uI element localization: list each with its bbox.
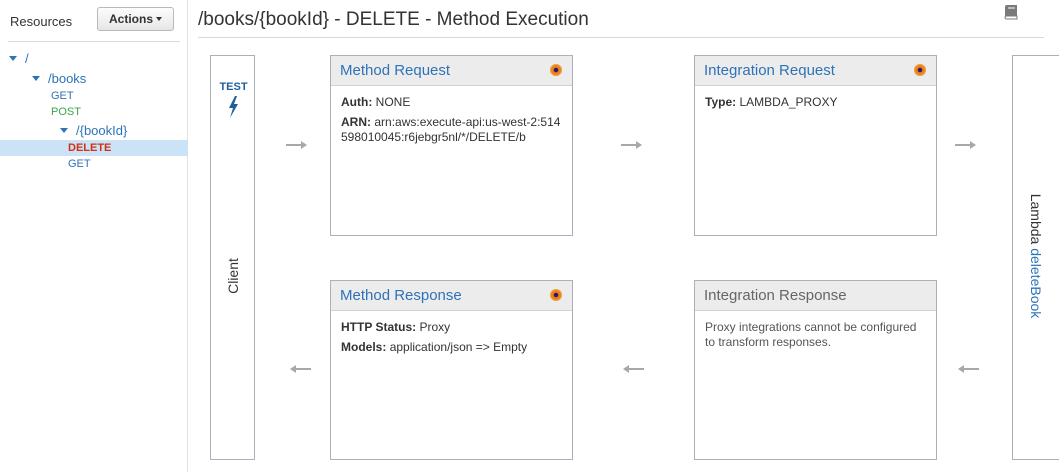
tree-item-bookid[interactable]: /{bookId} <box>0 120 188 140</box>
method-label: GET <box>68 158 91 170</box>
arrow-right-icon <box>955 141 976 149</box>
expand-triangle-icon[interactable] <box>9 55 17 61</box>
sidebar-header: Resources Actions <box>0 0 188 40</box>
sidebar-divider <box>8 41 180 42</box>
lambda-prefix: Lambda <box>1028 193 1044 249</box>
integration-request-card: Integration Request Type: LAMBDA_PROXY <box>694 55 937 236</box>
tree-item-label: /books <box>48 70 87 86</box>
tree-item-root[interactable]: / <box>0 48 188 68</box>
status-dot-icon <box>914 64 926 76</box>
book-icon[interactable] <box>1004 4 1018 20</box>
status-row: HTTP Status: Proxy <box>341 320 562 335</box>
test-link[interactable]: TEST <box>211 81 256 93</box>
card-header: Method Request <box>331 56 572 86</box>
expand-triangle-icon[interactable] <box>32 75 40 81</box>
actions-button[interactable]: Actions <box>97 7 174 31</box>
card-body: Proxy integrations cannot be configured … <box>695 311 936 350</box>
auth-label: Auth: <box>341 95 373 109</box>
models-row: Models: application/json => Empty <box>341 340 562 355</box>
method-response-card: Method Response HTTP Status: Proxy Model… <box>330 280 573 460</box>
tree-item-books[interactable]: /books <box>0 68 188 88</box>
method-response-link[interactable]: Method Response <box>340 287 462 304</box>
resources-sidebar: Resources Actions / /books GET POST /{bo… <box>0 0 188 472</box>
method-request-link[interactable]: Method Request <box>340 62 450 79</box>
arn-label: ARN: <box>341 115 371 129</box>
lambda-label: Lambda deleteBook <box>1028 194 1044 319</box>
method-label: POST <box>51 106 81 118</box>
method-label: DELETE <box>68 142 112 154</box>
auth-value: NONE <box>375 95 411 109</box>
status-dot-icon <box>550 289 562 301</box>
page-title: /books/{bookId} - DELETE - Method Execut… <box>198 9 589 30</box>
tree-method-books-post[interactable]: POST <box>0 104 188 120</box>
client-panel: TEST Client <box>210 55 255 460</box>
card-body: HTTP Status: Proxy Models: application/j… <box>331 311 572 355</box>
expand-triangle-icon[interactable] <box>60 127 68 133</box>
type-label: Type: <box>705 95 737 109</box>
status-dot-icon <box>550 64 562 76</box>
tree-item-label: / <box>25 50 29 66</box>
models-value: application/json => Empty <box>389 340 528 354</box>
lambda-function-link[interactable]: deleteBook <box>1028 248 1044 318</box>
header-divider <box>198 37 1044 38</box>
tree-item-label: /{bookId} <box>76 122 128 138</box>
type-row: Type: LAMBDA_PROXY <box>705 95 926 110</box>
actions-button-label: Actions <box>108 12 153 26</box>
integration-response-note: Proxy integrations cannot be configured … <box>705 320 917 349</box>
resource-tree: / /books GET POST /{bookId} DELETE GET <box>0 48 188 172</box>
arn-value: arn:aws:execute-api:us-west-2:5145980100… <box>341 115 561 144</box>
tree-method-books-get[interactable]: GET <box>0 88 188 104</box>
arrow-left-icon <box>290 365 311 373</box>
arrow-left-icon <box>958 365 979 373</box>
client-label: Client <box>225 258 241 294</box>
type-value: LAMBDA_PROXY <box>739 95 838 109</box>
card-body: Type: LAMBDA_PROXY <box>695 86 936 110</box>
auth-row: Auth: NONE <box>341 95 562 110</box>
arrow-left-icon <box>623 365 644 373</box>
arrow-right-icon <box>621 141 642 149</box>
status-label: HTTP Status: <box>341 320 417 334</box>
card-header: Integration Response <box>695 281 936 311</box>
card-header: Integration Request <box>695 56 936 86</box>
method-request-card: Method Request Auth: NONE ARN: arn:aws:e… <box>330 55 573 236</box>
tree-method-bookid-delete[interactable]: DELETE <box>0 140 188 156</box>
tree-method-bookid-get[interactable]: GET <box>0 156 188 172</box>
sidebar-title: Resources <box>10 14 73 29</box>
integration-response-title: Integration Response <box>704 287 847 304</box>
lambda-panel: Lambda deleteBook <box>1012 55 1059 460</box>
caret-down-icon <box>156 17 162 21</box>
method-label: GET <box>51 90 74 102</box>
integration-request-link[interactable]: Integration Request <box>704 62 835 79</box>
integration-response-card: Integration Response Proxy integrations … <box>694 280 937 460</box>
lightning-bolt-icon[interactable] <box>227 96 239 118</box>
models-label: Models: <box>341 340 387 354</box>
arrow-right-icon <box>286 141 307 149</box>
status-value: Proxy <box>419 320 451 334</box>
card-body: Auth: NONE ARN: arn:aws:execute-api:us-w… <box>331 86 572 145</box>
card-header: Method Response <box>331 281 572 311</box>
arn-row: ARN: arn:aws:execute-api:us-west-2:51459… <box>341 115 562 145</box>
